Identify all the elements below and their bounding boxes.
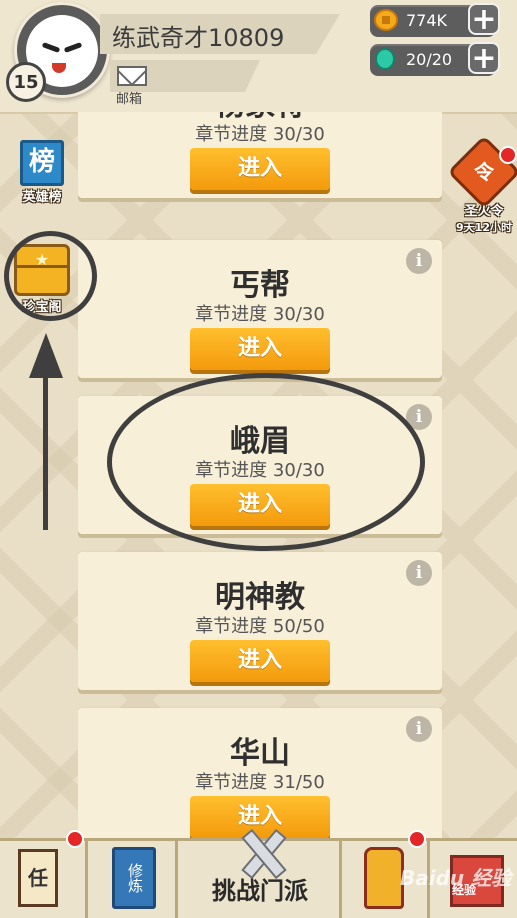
- enter-button[interactable]: 进入: [190, 640, 330, 682]
- sect-card: i 明神教 章节进度 50/50 进入: [78, 552, 442, 690]
- coin-icon: [374, 9, 398, 31]
- mail-icon[interactable]: [117, 66, 147, 86]
- notification-dot: [408, 830, 426, 848]
- ranking-icon: 榜: [20, 140, 64, 186]
- sect-card: 杨家将 章节进度 30/30 进入: [78, 112, 442, 198]
- top-bar: 15 练武奇才10809 邮箱 774K + 20/20 +: [0, 0, 517, 114]
- sect-card: i 华山 章节进度 31/50 进入: [78, 708, 442, 840]
- coins-value: 774K: [406, 11, 448, 30]
- watermark: Baidu 经验: [400, 866, 512, 890]
- armor-icon: [364, 847, 404, 909]
- nav-tasks[interactable]: 任: [0, 841, 88, 918]
- sect-name: 丐帮: [230, 268, 290, 303]
- level-badge: 15: [6, 62, 46, 102]
- annotation-arrow-shaft: [43, 370, 48, 530]
- hero-rank-button[interactable]: 榜 英雄榜: [10, 140, 74, 205]
- chapter-progress: 章节进度 31/50: [195, 772, 325, 793]
- nav-challenge-sect[interactable]: 挑战门派: [178, 841, 342, 918]
- stamina-value: 20/20: [406, 50, 453, 69]
- enter-button[interactable]: 进入: [190, 328, 330, 370]
- add-coins-button[interactable]: +: [468, 3, 500, 35]
- chapter-progress: 章节进度 50/50: [195, 616, 325, 637]
- chapter-progress: 章节进度 30/30: [195, 304, 325, 325]
- nav-practice[interactable]: 修炼: [88, 841, 178, 918]
- sect-card: i 丐帮 章节进度 30/30 进入: [78, 240, 442, 378]
- add-stamina-button[interactable]: +: [468, 42, 500, 74]
- gem-icon: [375, 48, 395, 70]
- task-scroll-icon: 任: [18, 849, 58, 907]
- annotation-circle-treasure: [4, 231, 97, 321]
- avatar-eye: [41, 42, 61, 53]
- annotation-circle-emei: [107, 373, 425, 551]
- notification-dot: [499, 146, 517, 164]
- crossed-swords-icon: [233, 827, 289, 877]
- chapter-progress: 章节进度 30/30: [195, 124, 325, 145]
- practice-book-icon: 修炼: [112, 847, 156, 909]
- avatar-mouth: [52, 63, 66, 73]
- notification-dot: [66, 830, 84, 848]
- stamina-counter: 20/20 +: [370, 42, 500, 76]
- avatar-eye: [63, 42, 83, 53]
- enter-button[interactable]: 进入: [190, 148, 330, 190]
- sect-name: 明神教: [215, 580, 305, 615]
- player-name: 练武奇才10809: [112, 24, 285, 52]
- sect-name: 华山: [230, 736, 290, 771]
- hero-rank-label: 英雄榜: [22, 190, 62, 205]
- coins-counter: 774K +: [370, 3, 500, 37]
- event-timer: 9天12小时: [456, 221, 512, 234]
- mail-label[interactable]: 邮箱: [116, 88, 142, 107]
- challenge-sect-label: 挑战门派: [212, 877, 308, 905]
